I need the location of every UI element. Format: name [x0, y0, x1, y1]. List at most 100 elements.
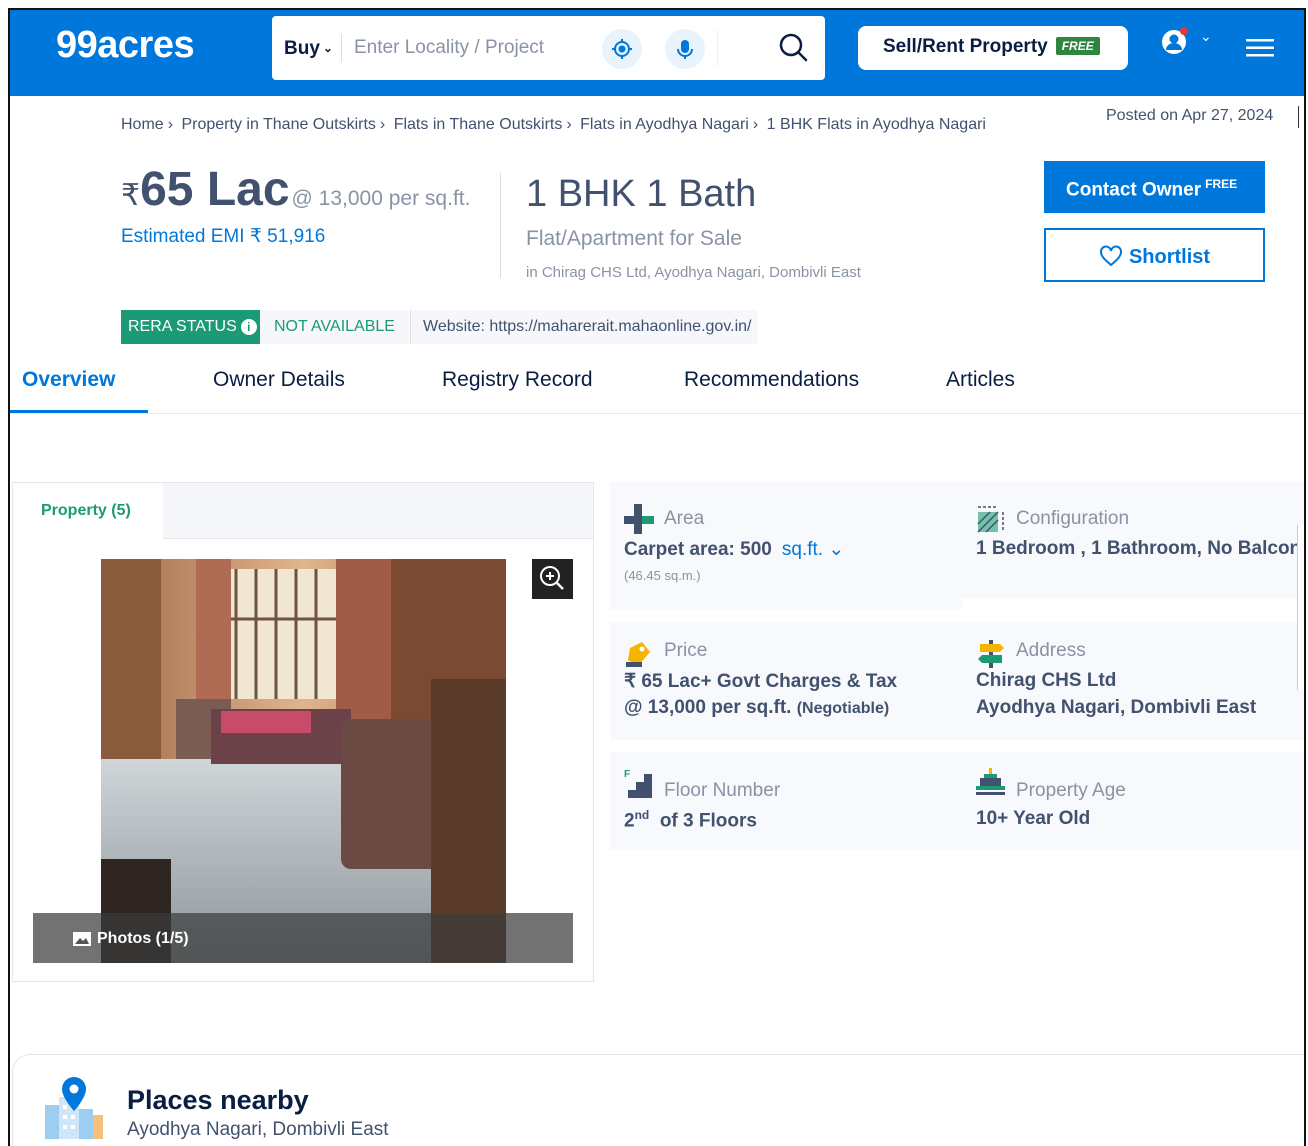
divider [500, 173, 501, 278]
voice-search-button[interactable] [665, 29, 705, 69]
contact-owner-button[interactable]: Contact Owner FREE [1044, 161, 1265, 213]
address-line-2: Ayodhya Nagari, Dombivli East [976, 697, 1257, 718]
zoom-in-icon [540, 566, 564, 590]
price-value: ₹ 65 Lac+ Govt Charges & Tax [624, 671, 898, 692]
photos-counter: Photos (1/5) [97, 930, 189, 947]
divider [1298, 106, 1299, 128]
tab-overview[interactable]: Overview [22, 368, 115, 392]
property-age-cell: Property Age 10+ Year Old [962, 752, 1304, 850]
floor-ordinal: nd [634, 808, 650, 822]
floor-icon: F [624, 769, 652, 798]
breadcrumb-flats-ayodhya[interactable]: Flats in Ayodhya Nagari [580, 116, 749, 133]
zoom-button[interactable] [532, 559, 573, 599]
price-tag-icon [626, 642, 650, 667]
chevron-down-icon: ⌄ [322, 41, 333, 55]
microphone-icon [677, 40, 693, 59]
configuration-label: Configuration [1016, 508, 1130, 529]
address-line-1: Chirag CHS Ltd [976, 670, 1117, 691]
breadcrumb-separator: › [566, 116, 572, 133]
address-label: Address [1016, 640, 1086, 661]
listing-title: 1 BHK 1 Bath [526, 173, 757, 215]
floor-value: 2nd of 3 Floors [624, 808, 757, 832]
rera-status-label: RERA STATUS [128, 318, 237, 335]
breadcrumb-separator: › [167, 116, 174, 133]
breadcrumb-flats-thane[interactable]: Flats in Thane Outskirts [394, 116, 563, 133]
divider [717, 30, 718, 66]
price-amount: 65 Lac [140, 163, 290, 216]
carpet-area-value: Carpet area: 500 [624, 539, 772, 560]
area-unit-label: sq.ft. [781, 539, 824, 560]
details-scrollbar[interactable] [1297, 525, 1304, 690]
active-tab-indicator [10, 410, 148, 413]
tab-registry-record[interactable]: Registry Record [442, 368, 593, 392]
price-cell: Price ₹ 65 Lac+ Govt Charges & Tax @ 13,… [610, 622, 962, 740]
negotiable-note: (Negotiable) [796, 700, 890, 717]
area-unit-dropdown[interactable]: sq.ft. ⌄ [782, 539, 844, 560]
search-input[interactable] [354, 32, 564, 64]
listing-price: ₹65 Lac@ 13,000 per sq.ft. [121, 162, 470, 217]
property-age-label: Property Age [1016, 780, 1126, 801]
breadcrumb-1bhk-ayodhya[interactable]: 1 BHK Flats in Ayodhya Nagari [767, 116, 986, 133]
price-rate-value: @ 13,000 per sq.ft. (Negotiable) [624, 697, 889, 719]
sell-rent-property-button[interactable]: Sell/Rent Property FREE [858, 26, 1128, 70]
tab-recommendations[interactable]: Recommendations [684, 368, 859, 392]
photos-counter-bar[interactable]: Photos (1/5) [33, 913, 573, 963]
divider [341, 34, 342, 62]
buy-label: Buy [284, 38, 320, 59]
shortlist-button[interactable]: Shortlist [1044, 228, 1265, 282]
tab-owner-details[interactable]: Owner Details [213, 368, 345, 392]
configuration-cell: Configuration 1 Bedroom , 1 Bathroom, No… [962, 482, 1304, 610]
menu-icon[interactable] [1246, 38, 1274, 58]
breadcrumb-home[interactable]: Home [121, 116, 164, 133]
info-icon[interactable]: i [240, 319, 257, 335]
rera-website: Website: https://maharerait.mahaonline.g… [410, 310, 759, 344]
user-account-icon[interactable] [1160, 26, 1190, 56]
configuration-icon [977, 506, 1004, 533]
signpost-icon [978, 640, 1004, 668]
top-header: 99acres Buy ⌄ Enter Locality / Project S… [10, 10, 1304, 96]
breadcrumb-separator: › [752, 116, 759, 133]
property-type: Flat/Apartment for Sale [526, 227, 742, 250]
page-frame: 99acres Buy ⌄ Enter Locality / Project S… [8, 8, 1306, 1146]
breadcrumb-property-thane[interactable]: Property in Thane Outskirts [181, 116, 375, 133]
property-location: in Chirag CHS Ltd, Ayodhya Nagari, Dombi… [526, 264, 861, 281]
currency-symbol: ₹ [121, 179, 141, 212]
total-floors: of 3 Floors [659, 810, 757, 832]
building-age-icon [976, 768, 1005, 795]
breadcrumb: Home › Property in Thane Outskirts › Flats… [121, 116, 986, 134]
area-label: Area [664, 508, 705, 529]
price-label: Price [664, 640, 708, 661]
section-tabs: Overview Owner Details Registry Record R… [10, 360, 1304, 414]
rera-status-badge[interactable]: RERA STATUS i [121, 310, 265, 344]
free-badge: FREE [1205, 177, 1238, 191]
chevron-down-icon: ⌄ [828, 539, 845, 560]
breadcrumb-separator: › [379, 116, 386, 133]
buy-dropdown[interactable]: Buy ⌄ [284, 38, 333, 60]
property-age-value: 10+ Year Old [976, 808, 1091, 829]
area-sqm: (46.45 sq.m.) [624, 568, 701, 583]
tab-property-photos[interactable]: Property (5) [13, 483, 163, 539]
heart-icon [1099, 245, 1122, 267]
floor-cell: F Floor Number 2nd of 3 Floors [610, 752, 962, 850]
site-logo[interactable]: 99acres [56, 24, 195, 67]
area-cell: Area Carpet area: 500 sq.ft. ⌄ (46.45 sq.… [610, 482, 962, 610]
floor-label: Floor Number [664, 780, 781, 801]
rera-status-value: NOT AVAILABLE [260, 310, 409, 344]
svg-text:F: F [624, 769, 630, 780]
search-button[interactable] [776, 30, 812, 66]
contact-owner-label: Contact Owner [1066, 179, 1202, 201]
detect-location-button[interactable] [602, 29, 642, 69]
places-nearby-subtitle: Ayodhya Nagari, Dombivli East [127, 1119, 389, 1140]
area-icon [624, 504, 654, 534]
estimated-emi-link[interactable]: Estimated EMI ₹ 51,916 [121, 225, 325, 248]
price-per-sqft: @ 13,000 per sq.ft. [624, 697, 792, 718]
property-photo[interactable] [101, 559, 506, 963]
city-location-pin-icon [45, 1077, 103, 1139]
free-badge: FREE [1055, 37, 1100, 55]
chevron-down-icon[interactable]: ⌄ [1200, 28, 1212, 45]
tab-articles[interactable]: Articles [946, 368, 1015, 392]
search-bar: Buy ⌄ [272, 16, 825, 80]
posted-date: Posted on Apr 27, 2024 [1106, 107, 1274, 124]
gallery-tabs: Property (5) [13, 483, 593, 539]
places-nearby-section: Places nearby Ayodhya Nagari, Dombivli E… [12, 1054, 1304, 1146]
